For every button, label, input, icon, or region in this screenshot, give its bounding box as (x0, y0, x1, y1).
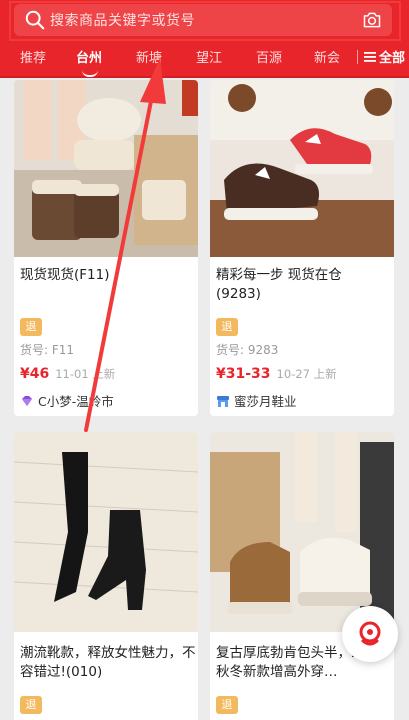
diamond-icon (22, 395, 32, 406)
tab-divider (357, 50, 358, 64)
product-title: 潮流靴款，释放女性魅力，不容错过!(010) (20, 645, 196, 680)
shop-row[interactable]: C小梦-温岭市 (20, 391, 114, 410)
product-price: ¥31-33 (216, 366, 271, 382)
shop-name: C小梦-温岭市 (38, 394, 114, 409)
product-sku: 货号: F11 (20, 343, 75, 357)
search-icon (25, 10, 45, 30)
search-placeholder: 搜索商品关键字或货号 (50, 13, 195, 29)
price-row: ¥31-33 10-27 上新 (216, 366, 337, 382)
product-price: ¥46 (20, 366, 50, 382)
product-title: 现货现货(F11) (20, 267, 110, 283)
product-title: 精彩每一步 现货在仓 (9283) (216, 267, 342, 302)
all-categories-button[interactable]: 全部 (379, 47, 405, 66)
shop-row[interactable]: 蜜莎月鞋业 (216, 391, 297, 410)
product-card[interactable]: 潮流靴款，释放女性魅力，不容错过!(010) 退 (14, 432, 198, 720)
tab-0[interactable]: 推荐 (20, 47, 46, 66)
return-badge: 退 (20, 696, 42, 714)
product-card[interactable]: 现货现货(F11) 退 货号: F11 ¥46 11-01 上新 C小梦-温岭市 (14, 80, 198, 416)
active-tab-indicator (82, 70, 98, 77)
product-sku: 货号: 9283 (216, 343, 279, 357)
product-date: 11-01 上新 (55, 367, 116, 381)
floating-action-button[interactable] (342, 606, 398, 662)
top-header: 搜索商品关键字或货号 推荐 台州 新塘 望江 百源 新会 全部 (0, 0, 409, 78)
product-card[interactable]: 复古厚底勃肯包头半，2025秋冬新款增高外穿… 退 (210, 432, 394, 720)
return-badge: 退 (216, 318, 238, 336)
tab-4[interactable]: 百源 (256, 47, 282, 66)
tab-2[interactable]: 新塘 (136, 47, 162, 66)
tab-5[interactable]: 新会 (314, 47, 340, 66)
tab-3[interactable]: 望江 (196, 47, 222, 66)
product-date: 10-27 上新 (276, 367, 337, 381)
category-tabs: 推荐 台州 新塘 望江 百源 新会 全部 (0, 40, 409, 77)
camera-icon[interactable] (362, 11, 382, 29)
store-icon (217, 395, 229, 407)
product-image (14, 432, 198, 632)
product-card[interactable]: 精彩每一步 现货在仓 (9283) 退 货号: 9283 ¥31-33 10-2… (210, 80, 394, 416)
search-bar[interactable]: 搜索商品关键字或货号 (14, 4, 392, 36)
tab-1[interactable]: 台州 (76, 47, 102, 66)
shop-name: 蜜莎月鞋业 (234, 394, 297, 409)
customer-service-icon (359, 621, 381, 646)
product-image (14, 80, 198, 257)
return-badge: 退 (20, 318, 42, 336)
price-row: ¥46 11-01 上新 (20, 366, 115, 382)
product-image (210, 80, 394, 257)
menu-icon[interactable] (364, 52, 376, 62)
return-badge: 退 (216, 696, 238, 714)
product-image (210, 432, 394, 632)
